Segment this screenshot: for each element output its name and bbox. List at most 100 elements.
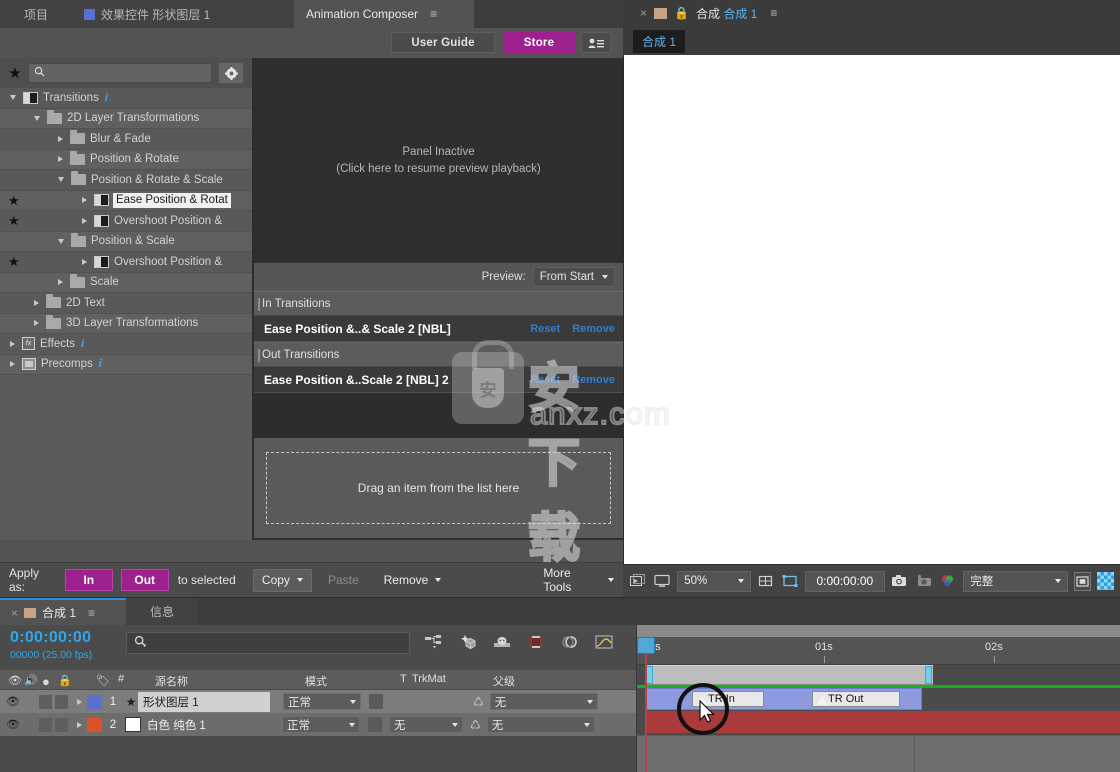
browser-search-box[interactable] <box>28 63 212 83</box>
grid-guides-icon[interactable] <box>757 571 775 591</box>
chevron-down-icon[interactable] <box>10 95 16 101</box>
column-parent[interactable]: 父级 <box>493 673 515 689</box>
hide-shy-layers-icon[interactable] <box>492 632 512 652</box>
layer-mode-dropdown[interactable]: 正常 <box>282 716 360 733</box>
transition-dropzone[interactable]: Drag an item from the list here <box>266 452 611 524</box>
preset-tree-row[interactable]: fx Effects i <box>0 334 252 355</box>
zoom-dropdown[interactable]: 50% <box>677 570 751 592</box>
paste-button[interactable]: Paste <box>319 569 368 592</box>
label-icon[interactable]: 🏷 <box>96 674 110 687</box>
chevron-down-icon[interactable] <box>58 238 64 244</box>
user-guide-button[interactable]: User Guide <box>391 32 495 53</box>
transition-marker-out[interactable]: TR Out <box>812 691 900 707</box>
chevron-right-icon[interactable] <box>34 299 39 306</box>
preset-tree[interactable]: Transitions i 2D Layer Transformations Blur… <box>0 88 252 540</box>
preset-tree-row[interactable]: Precomps i <box>0 354 252 375</box>
parent-pickwhip-icon[interactable]: ♺ <box>473 695 484 709</box>
lock-icon[interactable]: 🔒 <box>674 6 689 20</box>
out-transition-reset-link[interactable]: Reset <box>530 374 560 386</box>
preset-tree-row[interactable]: 3D Layer Transformations <box>0 313 252 334</box>
table-row[interactable]: 👁 1 ★ 形状图层 1 正常 ♺ 无 <box>0 690 636 713</box>
layer-name[interactable]: 形状图层 1 <box>138 691 270 712</box>
show-snapshot-icon[interactable] <box>915 571 933 591</box>
close-x-glyph[interactable]: × <box>640 6 647 20</box>
layer-solo-toggle[interactable] <box>55 694 68 709</box>
current-time-display[interactable]: 0:00:00:00 <box>10 629 91 647</box>
view-options-icon[interactable] <box>1073 571 1092 591</box>
timecode-field[interactable]: 0:00:00:00 <box>804 570 885 592</box>
timeline-empty-area[interactable] <box>637 735 1120 772</box>
snapshot-icon[interactable] <box>891 571 909 591</box>
favorite-star-icon[interactable]: ★ <box>8 255 20 268</box>
current-time-indicator[interactable] <box>645 637 647 772</box>
resolution-dropdown[interactable]: 完整 <box>963 570 1068 592</box>
info-icon[interactable]: i <box>105 92 108 104</box>
layer-preserve-transparency-toggle[interactable] <box>368 717 382 732</box>
chevron-down-icon[interactable] <box>58 177 64 183</box>
graph-editor-icon[interactable] <box>594 632 614 652</box>
timeline-search-input[interactable] <box>152 637 382 649</box>
work-area-bar[interactable] <box>637 665 1120 685</box>
chevron-right-icon[interactable] <box>58 135 63 142</box>
in-transition-reset-link[interactable]: Reset <box>530 323 560 335</box>
work-area-end-handle[interactable] <box>925 666 932 684</box>
region-of-interest-icon[interactable] <box>781 571 799 591</box>
copy-button[interactable]: Copy <box>252 568 312 592</box>
parent-pickwhip-icon[interactable]: ♺ <box>470 718 481 732</box>
preset-tree-row[interactable]: ★ Overshoot Position & <box>0 211 252 232</box>
tab-info[interactable]: 信息 <box>126 598 198 625</box>
column-number[interactable]: # <box>118 673 124 685</box>
frame-blending-icon[interactable] <box>526 632 546 652</box>
monitor-icon[interactable] <box>653 571 671 591</box>
composition-canvas[interactable] <box>623 55 1120 564</box>
favorites-filter-star-icon[interactable]: ★ <box>4 62 26 84</box>
preview-mode-dropdown[interactable]: From Start <box>532 267 615 287</box>
work-area-fill[interactable] <box>645 665 933 685</box>
preview-stage[interactable]: Panel Inactive (Click here to resume pre… <box>254 58 623 263</box>
preset-tree-row[interactable]: 2D Text <box>0 293 252 314</box>
work-area-start-handle[interactable] <box>646 666 653 684</box>
layer-trkmat-dropdown[interactable]: 无 <box>389 716 463 733</box>
remove-button[interactable]: Remove <box>375 569 451 592</box>
column-source-name[interactable]: 源名称 <box>155 673 188 689</box>
favorite-star-icon[interactable]: ★ <box>8 194 20 207</box>
layer-visibility-icon[interactable]: 👁 <box>5 695 21 709</box>
panel-menu-icon[interactable]: ≡ <box>770 6 777 20</box>
panel-menu-icon[interactable]: ≡ <box>88 606 95 620</box>
close-icon[interactable]: × <box>11 606 18 620</box>
layer-audio-toggle[interactable] <box>39 694 52 709</box>
preset-tree-row[interactable]: Blur & Fade <box>0 129 252 150</box>
layer-parent-dropdown[interactable]: 无 <box>489 693 598 710</box>
account-list-icon[interactable] <box>581 32 611 53</box>
column-trkmat[interactable]: TrkMat <box>412 673 446 685</box>
preset-tree-row[interactable]: Position & Rotate <box>0 149 252 170</box>
chevron-down-icon[interactable] <box>34 115 40 121</box>
preset-tree-row[interactable]: ★ Ease Position & Rotat <box>0 190 252 211</box>
layer-visibility-icon[interactable]: 👁 <box>5 718 21 732</box>
layer-mode-dropdown[interactable]: 正常 <box>283 693 361 710</box>
layer-color-swatch[interactable] <box>87 694 102 709</box>
info-icon[interactable]: i <box>81 338 84 350</box>
gear-icon[interactable] <box>218 62 244 84</box>
chevron-right-icon[interactable] <box>58 156 63 163</box>
channels-icon[interactable] <box>939 571 957 591</box>
draft-3d-icon[interactable] <box>458 632 478 652</box>
favorite-star-icon[interactable]: ★ <box>8 214 20 227</box>
info-icon[interactable]: i <box>99 358 102 370</box>
timeline-search-box[interactable] <box>126 632 410 654</box>
tab-effect-controls[interactable]: 效果控件 形状图层 1 <box>72 0 294 28</box>
column-mode[interactable]: 模式 <box>305 673 327 689</box>
speaker-icon[interactable]: 🔊 <box>24 674 38 687</box>
tab-composition-1[interactable]: × 合成 1 ≡ <box>0 598 126 625</box>
chevron-right-icon[interactable] <box>82 258 87 265</box>
lock-icon[interactable]: 🔒 <box>58 674 72 687</box>
chevron-right-icon[interactable] <box>82 217 87 224</box>
chevron-right-icon[interactable] <box>10 340 15 347</box>
in-transition-remove-link[interactable]: Remove <box>572 323 615 335</box>
out-transition-remove-link[interactable]: Remove <box>572 374 615 386</box>
browser-search-input[interactable] <box>49 67 199 79</box>
layer-solo-toggle[interactable] <box>55 717 68 732</box>
layer-parent-dropdown[interactable]: 无 <box>486 716 595 733</box>
layer-preserve-transparency-toggle[interactable] <box>369 694 383 709</box>
panel-menu-icon[interactable]: ≡ <box>430 7 437 21</box>
